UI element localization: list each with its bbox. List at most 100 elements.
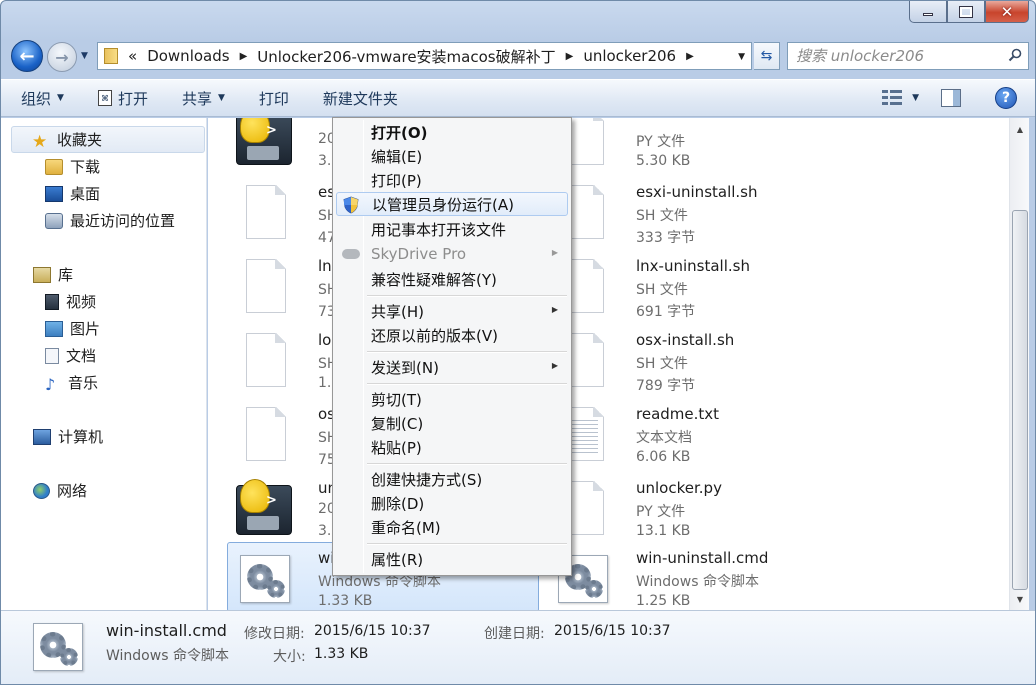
menu-item-open[interactable]: 打开(O) xyxy=(336,120,568,144)
preview-pane-icon[interactable] xyxy=(941,89,961,107)
forward-button[interactable]: → xyxy=(47,42,77,72)
menu-separator xyxy=(367,383,567,385)
size-label: 大小: xyxy=(273,649,306,665)
breadcrumb-downloads[interactable]: Downloads xyxy=(147,47,229,65)
file-type: PY 文件 xyxy=(636,504,686,520)
close-button[interactable]: ✕ xyxy=(985,1,1029,23)
menu-item-copy[interactable]: 复制(C) xyxy=(336,411,568,435)
menu-item-delete[interactable]: 删除(D) xyxy=(336,491,568,515)
file-name: readme.txt xyxy=(636,405,720,423)
created-date-value: 2015/6/15 10:37 xyxy=(554,623,671,639)
breadcrumb-unlocker206[interactable]: unlocker206 xyxy=(583,47,676,65)
menu-item-send-to[interactable]: 发送到(N) ▶ xyxy=(336,355,568,379)
chevron-down-icon: ▼ xyxy=(57,93,64,103)
file-type: SH 文件 xyxy=(636,356,688,372)
search-input[interactable] xyxy=(796,47,996,65)
scroll-up-icon[interactable]: ▲ xyxy=(1011,120,1029,138)
new-folder-label: 新建文件夹 xyxy=(322,89,398,108)
file-item-esxi-uninstall[interactable]: esxi-uninstall.sh SH 文件 333 字节 xyxy=(546,177,858,247)
search-box[interactable] xyxy=(787,42,1029,70)
address-bar[interactable]: « Downloads ▶ Unlocker206-vmware安装macos破… xyxy=(97,42,752,70)
menu-item-paste[interactable]: 粘贴(P) xyxy=(336,435,568,459)
nav-label: 音乐 xyxy=(68,374,99,392)
menu-item-restore-previous-versions[interactable]: 还原以前的版本(V) xyxy=(336,323,568,347)
details-pane: win-install.cmd Windows 命令脚本 修改日期: 2015/… xyxy=(1,610,1035,684)
menu-item-skydrive-pro[interactable]: SkyDrive Pro ▶ xyxy=(336,242,568,266)
scrollbar-thumb[interactable] xyxy=(1012,210,1028,590)
uac-shield-icon xyxy=(343,196,359,214)
breadcrumb-unlocker-folder[interactable]: Unlocker206-vmware安装macos破解补丁 xyxy=(257,46,555,67)
help-icon[interactable]: ? xyxy=(995,87,1017,109)
menu-label: 编辑(E) xyxy=(371,147,423,166)
file-item-osx-install[interactable]: osx-install.sh SH 文件 789 字节 xyxy=(546,325,858,395)
menu-item-rename[interactable]: 重命名(M) xyxy=(336,515,568,539)
nav-item-network[interactable]: 网络 xyxy=(33,480,87,501)
arrow-left-icon: ← xyxy=(19,45,35,67)
nav-item-computer[interactable]: 计算机 xyxy=(33,426,103,447)
view-dropdown-icon[interactable]: ▼ xyxy=(912,93,919,103)
nav-item-libraries[interactable]: 库 xyxy=(33,264,73,285)
menu-label: 创建快捷方式(S) xyxy=(371,470,483,489)
nav-item-videos[interactable]: 视频 xyxy=(45,291,96,312)
maximize-button[interactable] xyxy=(947,1,985,23)
share-button[interactable]: 共享 ▼ xyxy=(182,88,225,109)
breadcrumb-overflow[interactable]: « xyxy=(128,47,137,65)
menu-label: SkyDrive Pro xyxy=(371,245,467,263)
open-label: 打开 xyxy=(117,89,148,108)
document-icon xyxy=(236,183,292,241)
nav-item-desktop[interactable]: 桌面 xyxy=(45,183,100,204)
new-folder-button[interactable]: 新建文件夹 xyxy=(323,88,398,109)
address-dropdown-icon[interactable]: ▼ xyxy=(738,52,745,62)
file-type: SH 文件 xyxy=(636,282,688,298)
chevron-right-icon[interactable]: ▶ xyxy=(686,51,694,62)
file-item-win-uninstall[interactable]: win-uninstall.cmd Windows 命令脚本 1.25 KB xyxy=(546,543,858,610)
file-name: esxi-uninstall.sh xyxy=(636,183,758,201)
file-item-readme[interactable]: readme.txt 文本文档 6.06 KB xyxy=(546,399,858,469)
command-script-icon xyxy=(236,549,292,607)
nav-item-music[interactable]: ♪ 音乐 xyxy=(45,372,99,394)
menu-item-share[interactable]: 共享(H) ▶ xyxy=(336,299,568,323)
minimize-icon xyxy=(923,13,933,16)
nav-label: 网络 xyxy=(57,482,88,500)
back-button[interactable]: ← xyxy=(11,40,43,72)
nav-item-documents[interactable]: 文档 xyxy=(45,345,96,366)
print-button[interactable]: 打印 xyxy=(259,88,289,109)
menu-item-troubleshoot-compatibility[interactable]: 兼容性疑难解答(Y) xyxy=(336,267,568,291)
nav-item-favorites[interactable]: ★ 收藏夹 xyxy=(11,126,205,153)
menu-separator xyxy=(367,463,567,465)
open-button[interactable]: ⌘ 打开 xyxy=(97,88,148,109)
chevron-right-icon[interactable]: ▶ xyxy=(566,51,574,62)
nav-item-recent-places[interactable]: 最近访问的位置 xyxy=(45,210,175,231)
menu-item-create-shortcut[interactable]: 创建快捷方式(S) xyxy=(336,467,568,491)
history-dropdown-icon[interactable]: ▼ xyxy=(81,51,88,61)
nav-label: 库 xyxy=(58,266,74,284)
command-script-icon xyxy=(31,621,89,677)
close-icon: ✕ xyxy=(1000,2,1014,21)
menu-item-open-with-notepad[interactable]: 用记事本打开该文件 xyxy=(336,217,568,241)
minimize-button[interactable] xyxy=(909,1,947,23)
view-options-icon[interactable] xyxy=(882,90,903,106)
menu-label: 属性(R) xyxy=(371,550,424,569)
file-item-py-partial[interactable]: PY 文件 5.30 KB xyxy=(546,118,858,173)
nav-item-downloads[interactable]: 下载 xyxy=(45,156,100,177)
nav-item-pictures[interactable]: 图片 xyxy=(45,318,100,339)
organize-button[interactable]: 组织 ▼ xyxy=(21,88,64,109)
menu-item-cut[interactable]: 剪切(T) xyxy=(336,387,568,411)
menu-separator xyxy=(367,543,567,545)
menu-item-run-as-admin[interactable]: 以管理员身份运行(A) xyxy=(336,192,568,216)
menu-item-print[interactable]: 打印(P) xyxy=(336,168,568,192)
menu-item-properties[interactable]: 属性(R) xyxy=(336,547,568,571)
menu-item-edit[interactable]: 编辑(E) xyxy=(336,144,568,168)
chevron-down-icon: ▼ xyxy=(217,93,225,103)
computer-icon xyxy=(33,428,51,445)
file-item-lnx-uninstall[interactable]: lnx-uninstall.sh SH 文件 691 字节 xyxy=(546,251,858,321)
python-file-icon: > xyxy=(236,118,292,167)
search-icon[interactable] xyxy=(1008,48,1022,62)
file-item-unlocker-py[interactable]: unlocker.py PY 文件 13.1 KB xyxy=(546,473,858,543)
scroll-down-icon[interactable]: ▼ xyxy=(1011,590,1029,608)
chevron-right-icon[interactable]: ▶ xyxy=(240,51,248,62)
menu-label: 剪切(T) xyxy=(371,390,422,409)
vertical-scrollbar[interactable]: ▲ ▼ xyxy=(1009,118,1029,610)
refresh-button[interactable]: ⇆ xyxy=(754,42,780,70)
file-name: unlocker.py xyxy=(636,479,722,497)
